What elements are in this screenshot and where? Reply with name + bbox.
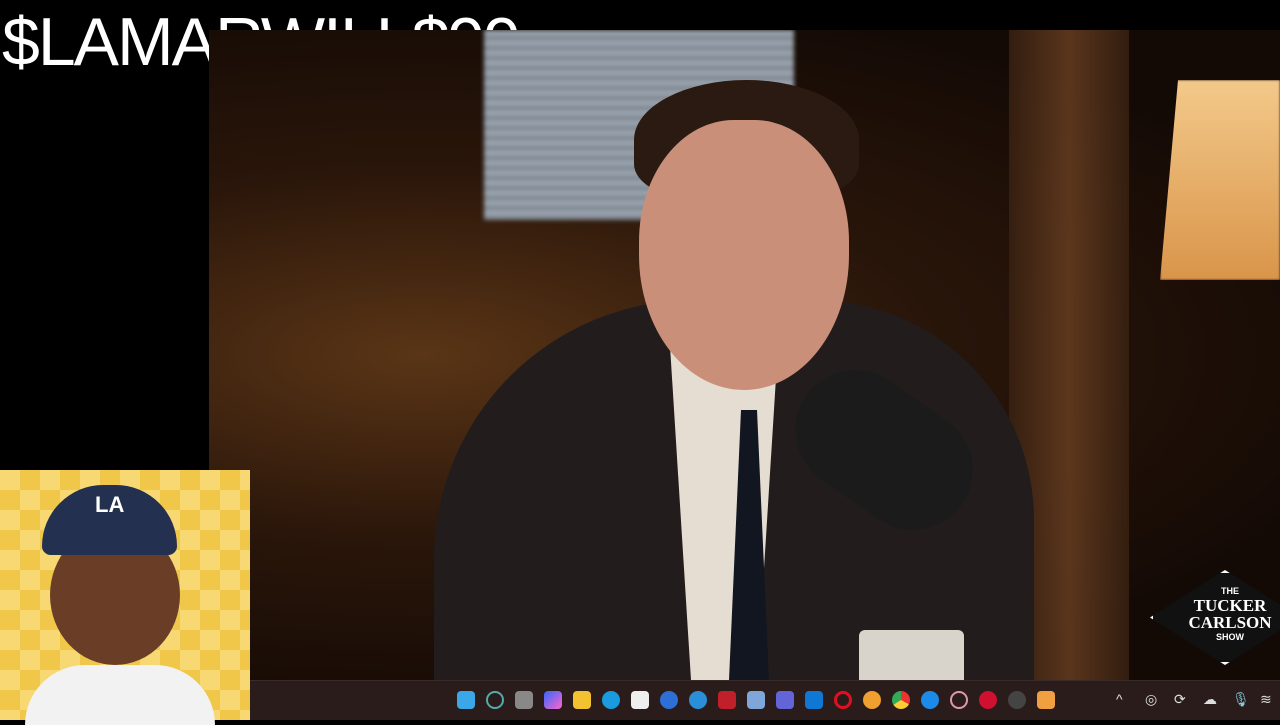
avatar-shirt <box>25 665 215 725</box>
search-icon[interactable] <box>486 691 504 709</box>
edge-icon[interactable] <box>602 691 620 709</box>
outlook-icon[interactable] <box>805 691 823 709</box>
cloud-icon[interactable]: ☁ <box>1203 691 1217 708</box>
watermark-line: CARLSON <box>1188 613 1272 632</box>
lamp <box>1160 80 1280 280</box>
mcafee-icon[interactable] <box>718 691 736 709</box>
webcam-icon[interactable]: ◎ <box>1145 691 1157 708</box>
sync-icon[interactable]: ⟳ <box>1174 691 1186 708</box>
chrome-icon[interactable] <box>892 691 910 709</box>
help-icon[interactable] <box>689 691 707 709</box>
face <box>639 120 849 390</box>
obs-icon[interactable] <box>1008 691 1026 709</box>
watermark-line: TUCKER <box>1193 596 1267 615</box>
notepad-icon[interactable] <box>747 691 765 709</box>
microsoft-store-icon[interactable] <box>631 691 649 709</box>
video-frame[interactable] <box>209 30 1280 680</box>
hp-icon[interactable] <box>660 691 678 709</box>
windows-start-icon[interactable] <box>457 691 475 709</box>
copilot-icon[interactable] <box>544 691 562 709</box>
mug <box>859 630 964 680</box>
opera-icon[interactable] <box>834 691 852 709</box>
media-player-icon[interactable] <box>950 691 968 709</box>
brave-icon[interactable] <box>863 691 881 709</box>
youtube-icon[interactable] <box>979 691 997 709</box>
taskbar: ^ ◎ ⟳ ☁ 🎙 ≋ <box>250 680 1280 720</box>
chevron-up-icon[interactable]: ^ <box>1116 691 1123 707</box>
vlc-icon[interactable] <box>1037 691 1055 709</box>
file-explorer-icon[interactable] <box>573 691 591 709</box>
task-view-icon[interactable] <box>515 691 533 709</box>
wifi-icon[interactable]: ≋ <box>1260 691 1272 708</box>
downloader-icon[interactable] <box>921 691 939 709</box>
streamer-avatar: LA <box>0 470 250 725</box>
teams-icon[interactable] <box>776 691 794 709</box>
watermark-line: SHOW <box>1216 632 1244 642</box>
microphone-icon[interactable]: 🎙 <box>1232 691 1250 708</box>
cap-logo: LA <box>95 492 125 517</box>
watermark-text: THE TUCKER CARLSON SHOW <box>1180 585 1280 643</box>
